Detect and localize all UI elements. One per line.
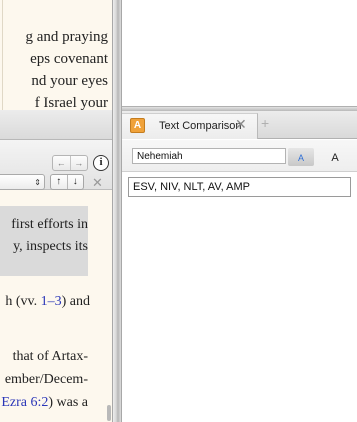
up-arrow-icon[interactable]: ↑: [51, 175, 67, 189]
close-icon[interactable]: ✕: [235, 116, 247, 133]
margin-rule: [2, 0, 3, 110]
history-nav: ← →: [52, 155, 88, 171]
commentary-line: ember/Decem-: [4, 372, 88, 387]
tab-bar: A Text Comparison ✕ +: [122, 111, 357, 139]
verse-link[interactable]: 1–3: [41, 294, 62, 309]
commentary-text: h (vv.: [5, 294, 41, 309]
commentary-line: y, inspects its: [13, 239, 88, 254]
result-nav: ↑ ↓: [50, 174, 84, 190]
bible-text-panel: g and praying eps covenant nd your eyes …: [0, 0, 112, 110]
verse-link[interactable]: Ezra 6:2: [1, 395, 48, 410]
commentary-tab-bar: [0, 110, 112, 140]
back-arrow-icon[interactable]: ←: [53, 156, 70, 170]
comparison-toolbar: A A: [122, 140, 357, 172]
info-icon[interactable]: i: [93, 155, 109, 171]
bible-text-line: eps covenant: [30, 51, 108, 67]
tab-label: Text Comparison: [159, 120, 242, 132]
commentary-text: ) and: [61, 294, 90, 309]
search-toolbar: ⇕ ↑ ↓ ✕: [0, 174, 112, 190]
versions-input[interactable]: [128, 177, 351, 197]
commentary-content: first efforts in y, inspects its h (vv. …: [0, 206, 112, 422]
font-size-small-button[interactable]: A: [288, 148, 314, 166]
bible-text-line: g and praying: [25, 29, 108, 45]
panel-menu-icon[interactable]: A: [130, 118, 145, 133]
empty-panel: [122, 0, 357, 107]
reference-input[interactable]: [132, 148, 286, 164]
search-scope-select[interactable]: ⇕: [0, 174, 45, 190]
commentary-line: that of Artax-: [12, 349, 88, 364]
vertical-splitter[interactable]: [112, 0, 122, 422]
scrollbar-thumb[interactable]: [107, 405, 111, 421]
updown-chevron-icon: ⇕: [34, 178, 41, 187]
down-arrow-icon[interactable]: ↓: [66, 175, 84, 189]
tab-text-comparison[interactable]: A Text Comparison ✕: [122, 113, 258, 139]
commentary-line: h (vv. 1–3) and: [5, 294, 90, 310]
close-search-icon[interactable]: ✕: [92, 175, 103, 191]
bible-text-line: nd your eyes: [31, 73, 108, 89]
add-tab-icon[interactable]: +: [261, 115, 269, 131]
commentary-panel: ← → i ⇕ ↑ ↓ ✕ first efforts in y, inspec…: [0, 110, 112, 422]
commentary-text: ) was a: [48, 395, 88, 410]
bible-text-line: f Israel your: [34, 95, 108, 110]
commentary-line: Ezra 6:2) was a: [1, 395, 88, 411]
commentary-line: first efforts in: [11, 217, 88, 232]
font-size-large-button[interactable]: A: [322, 148, 348, 166]
text-comparison-panel: A Text Comparison ✕ + A A: [122, 111, 357, 422]
forward-arrow-icon[interactable]: →: [69, 156, 88, 170]
